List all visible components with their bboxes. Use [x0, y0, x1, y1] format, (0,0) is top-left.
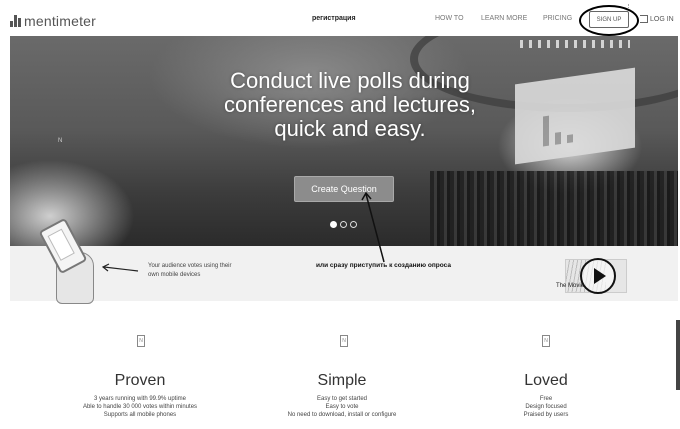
hero-title: Conduct live polls during conferences an… — [190, 69, 510, 141]
feature-line: Easy to vote — [325, 404, 359, 410]
feature-line: Free — [539, 396, 553, 402]
feature-line: No need to download, install or configur… — [287, 412, 397, 418]
logo-bars-icon — [10, 15, 21, 27]
annotation-registration: регистрация — [312, 15, 356, 22]
login-link[interactable]: LOG IN — [640, 15, 674, 23]
slide-dot-1[interactable] — [330, 221, 337, 228]
nav-link-pricing[interactable]: PRICING — [543, 15, 572, 22]
login-icon — [640, 15, 648, 23]
hero-banner: N Conduct live polls during conferences … — [10, 36, 678, 246]
proven-icon: N — [137, 335, 145, 347]
feature-line: 3 years running with 99.9% uptime — [93, 396, 187, 402]
arrow-left-icon — [101, 263, 139, 272]
logo-text: mentimeter — [24, 13, 97, 29]
feature-line: Design focused — [525, 404, 567, 410]
scrollbar[interactable] — [676, 320, 680, 390]
divider — [628, 4, 630, 10]
hero-audience — [430, 171, 678, 246]
hero-title-line-3: quick and easy. — [274, 116, 426, 141]
login-label: LOG IN — [650, 15, 674, 23]
logo[interactable]: mentimeter — [10, 13, 96, 29]
play-icon[interactable] — [580, 258, 616, 294]
hero-title-line-2: conferences and lectures, — [224, 92, 476, 117]
feature-text-loved: Free Design focused Praised by users — [456, 395, 636, 419]
feature-line: Able to handle 30 000 votes within minut… — [82, 404, 198, 410]
loved-icon: N — [542, 335, 550, 347]
audience-votes-text: Your audience votes using their own mobi… — [148, 263, 232, 278]
feature-text-proven: 3 years running with 99.9% uptime Able t… — [50, 395, 230, 419]
feature-title-simple: Simple — [317, 372, 367, 389]
feature-line: Supports all mobile phones — [103, 412, 177, 418]
feature-text-simple: Easy to get started Easy to vote No need… — [252, 395, 432, 419]
slide-dot-2[interactable] — [340, 221, 347, 228]
annotation-create-poll: или сразу приступить к созданию опроса — [316, 262, 451, 269]
signup-button[interactable]: SIGN UP — [589, 11, 629, 28]
slide-dot-3[interactable] — [350, 221, 357, 228]
nav-link-learn-more[interactable]: LEARN MORE — [481, 15, 527, 22]
phone-in-hand-illustration — [30, 217, 110, 304]
hero-mark: N — [58, 138, 63, 144]
feature-line: Praised by users — [523, 412, 569, 418]
nav-link-how-to[interactable]: HOW TO — [435, 15, 464, 22]
hero-title-line-1: Conduct live polls during — [230, 68, 470, 93]
simple-icon: N — [340, 335, 348, 347]
feature-line: Easy to get started — [316, 396, 368, 402]
feature-title-proven: Proven — [114, 372, 166, 389]
arrow-up-icon — [361, 191, 385, 263]
stage-screen — [515, 67, 635, 165]
hero-lamps — [520, 40, 630, 48]
movie-label: The Movie — [556, 283, 585, 289]
slide-dots — [330, 221, 357, 228]
feature-title-loved: Loved — [524, 372, 568, 389]
top-nav: mentimeter регистрация HOW TO LEARN MORE… — [0, 0, 680, 36]
